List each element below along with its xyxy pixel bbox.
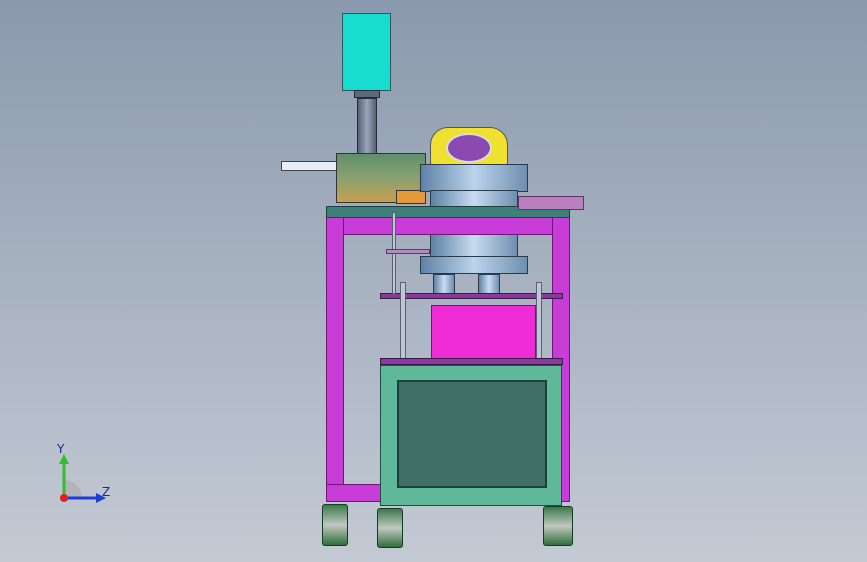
guide-post-left	[400, 282, 406, 360]
foot-left	[322, 504, 348, 546]
drum-top-flange	[420, 164, 528, 192]
foot-right	[543, 506, 573, 546]
cabinet-top	[380, 358, 563, 365]
cabinet-door-panel[interactable]	[397, 380, 547, 488]
motor-cap[interactable]	[342, 13, 391, 91]
triad-axes-icon	[59, 454, 106, 503]
foot-center	[377, 508, 403, 548]
frame-bottom-rail	[326, 484, 388, 502]
motor-flange	[354, 90, 380, 98]
triad-z-label: Z	[102, 485, 111, 499]
drum-bottom-flange	[420, 256, 528, 274]
triad-y-label: Y	[57, 442, 65, 456]
side-tray	[518, 196, 584, 210]
bowl-inner-ring	[446, 133, 492, 163]
drum-leg-left	[433, 274, 455, 294]
guide-post-right	[536, 282, 542, 360]
actuator-rod[interactable]	[357, 98, 377, 154]
frame-top-rail	[326, 217, 570, 235]
coordinate-triad: Y Z	[40, 440, 130, 520]
frame-left-leg	[326, 217, 344, 502]
drum-leg-right	[478, 274, 500, 294]
magenta-box[interactable]	[431, 305, 536, 360]
small-shelf	[386, 249, 430, 254]
cad-viewport[interactable]: Y Z	[0, 0, 867, 562]
mechanism-orange-block	[396, 190, 426, 204]
